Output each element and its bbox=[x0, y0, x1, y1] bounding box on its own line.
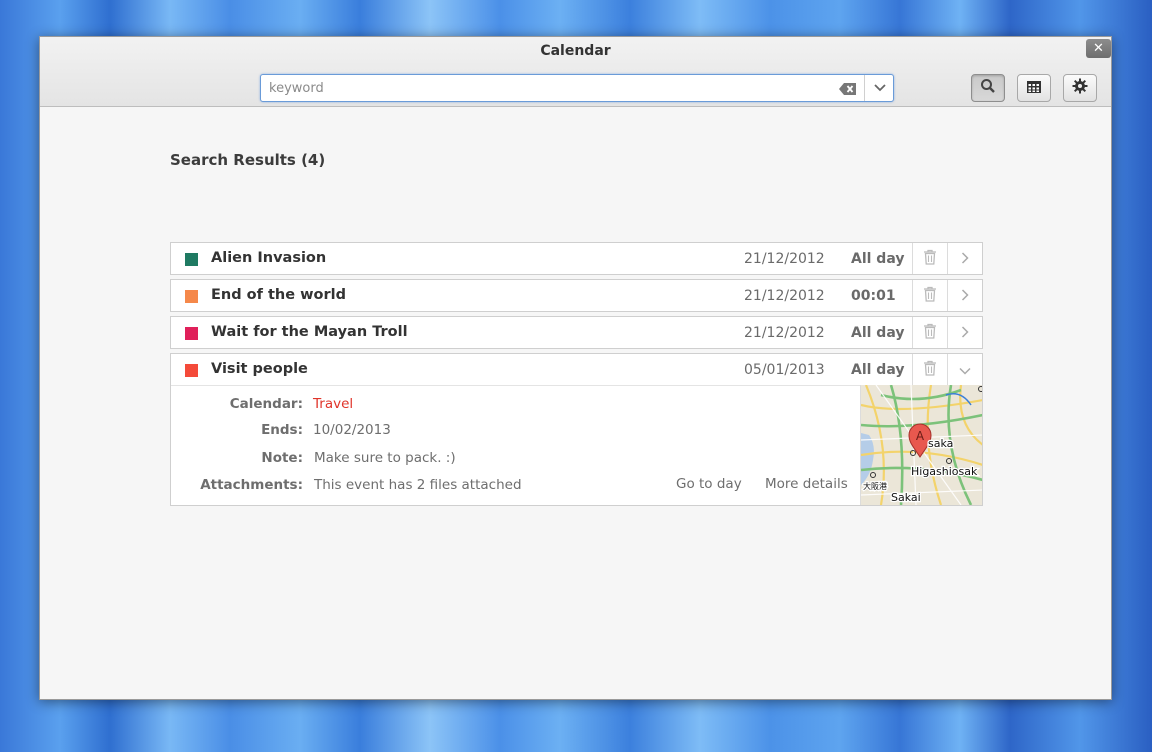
event-time: All day bbox=[851, 251, 905, 267]
chevron-right-icon bbox=[961, 286, 969, 305]
calendar-color-swatch bbox=[185, 364, 198, 377]
search-divider bbox=[864, 75, 865, 101]
calendar-value: Travel bbox=[313, 396, 354, 412]
header-bar: Calendar ✕ bbox=[40, 37, 1111, 107]
trash-icon bbox=[923, 323, 937, 343]
search-toggle-button[interactable] bbox=[971, 74, 1005, 102]
search-box bbox=[260, 74, 894, 102]
delete-button[interactable] bbox=[912, 280, 947, 311]
calendar-view-button[interactable] bbox=[1017, 74, 1051, 102]
trash-icon bbox=[923, 286, 937, 306]
chevron-right-icon bbox=[961, 323, 969, 342]
window-title: Calendar bbox=[540, 43, 611, 59]
calendar-color-swatch bbox=[185, 327, 198, 340]
open-event-button[interactable] bbox=[947, 280, 982, 311]
event-row-expanded[interactable]: Visit people 05/01/2013 All day Calendar… bbox=[170, 353, 983, 506]
event-title: End of the world bbox=[211, 287, 346, 303]
search-results-heading: Search Results (4) bbox=[170, 151, 326, 169]
chevron-down-icon bbox=[959, 360, 971, 379]
event-time: All day bbox=[851, 325, 905, 341]
search-input[interactable] bbox=[261, 75, 831, 101]
collapse-event-button[interactable] bbox=[947, 354, 982, 385]
ends-label: Ends: bbox=[261, 422, 303, 438]
event-date: 21/12/2012 bbox=[744, 288, 825, 304]
event-title: Visit people bbox=[211, 361, 308, 377]
close-button[interactable]: ✕ bbox=[1086, 39, 1111, 58]
map-label: Higashiosak bbox=[911, 465, 978, 478]
delete-button[interactable] bbox=[912, 243, 947, 274]
open-event-button[interactable] bbox=[947, 243, 982, 274]
calendar-color-swatch bbox=[185, 253, 198, 266]
chevron-right-icon bbox=[961, 249, 969, 268]
attachments-value: This event has 2 files attached bbox=[314, 477, 522, 493]
map-label: saka bbox=[928, 437, 953, 450]
event-row[interactable]: Wait for the Mayan Troll 21/12/2012 All … bbox=[170, 316, 983, 349]
calendar-label: Calendar: bbox=[229, 396, 303, 412]
trash-icon bbox=[923, 249, 937, 269]
trash-icon bbox=[923, 360, 937, 380]
clear-search-icon[interactable] bbox=[839, 81, 857, 95]
note-label: Note: bbox=[261, 450, 303, 466]
map-label: Sakai bbox=[891, 491, 921, 504]
map-label: 大阪港 bbox=[863, 481, 887, 491]
delete-button[interactable] bbox=[912, 354, 947, 385]
event-time: All day bbox=[851, 362, 905, 378]
map-marker-label: A bbox=[916, 429, 925, 443]
calendar-color-swatch bbox=[185, 290, 198, 303]
location-map[interactable]: A saka Higashiosak Sakai 大阪港 bbox=[860, 385, 982, 505]
delete-button[interactable] bbox=[912, 317, 947, 348]
search-icon bbox=[980, 78, 996, 98]
event-title: Wait for the Mayan Troll bbox=[211, 324, 408, 340]
event-row[interactable]: Alien Invasion 21/12/2012 All day bbox=[170, 242, 983, 275]
chevron-down-icon[interactable] bbox=[867, 75, 893, 101]
settings-button[interactable] bbox=[1063, 74, 1097, 102]
calendar-grid-icon bbox=[1026, 79, 1042, 98]
note-value: Make sure to pack. :) bbox=[314, 450, 456, 466]
ends-value: 10/02/2013 bbox=[313, 422, 391, 438]
event-title: Alien Invasion bbox=[211, 250, 327, 266]
go-to-day-button[interactable]: Go to day bbox=[676, 476, 742, 492]
more-details-button[interactable]: More details bbox=[765, 476, 848, 492]
open-event-button[interactable] bbox=[947, 317, 982, 348]
calendar-window: Calendar ✕ Search R bbox=[39, 36, 1112, 700]
gear-icon bbox=[1072, 78, 1088, 98]
event-row[interactable]: End of the world 21/12/2012 00:01 bbox=[170, 279, 983, 312]
event-time: 00:01 bbox=[851, 288, 896, 304]
attachments-label: Attachments: bbox=[200, 477, 303, 493]
event-date: 05/01/2013 bbox=[744, 362, 825, 378]
event-date: 21/12/2012 bbox=[744, 325, 825, 341]
event-date: 21/12/2012 bbox=[744, 251, 825, 267]
